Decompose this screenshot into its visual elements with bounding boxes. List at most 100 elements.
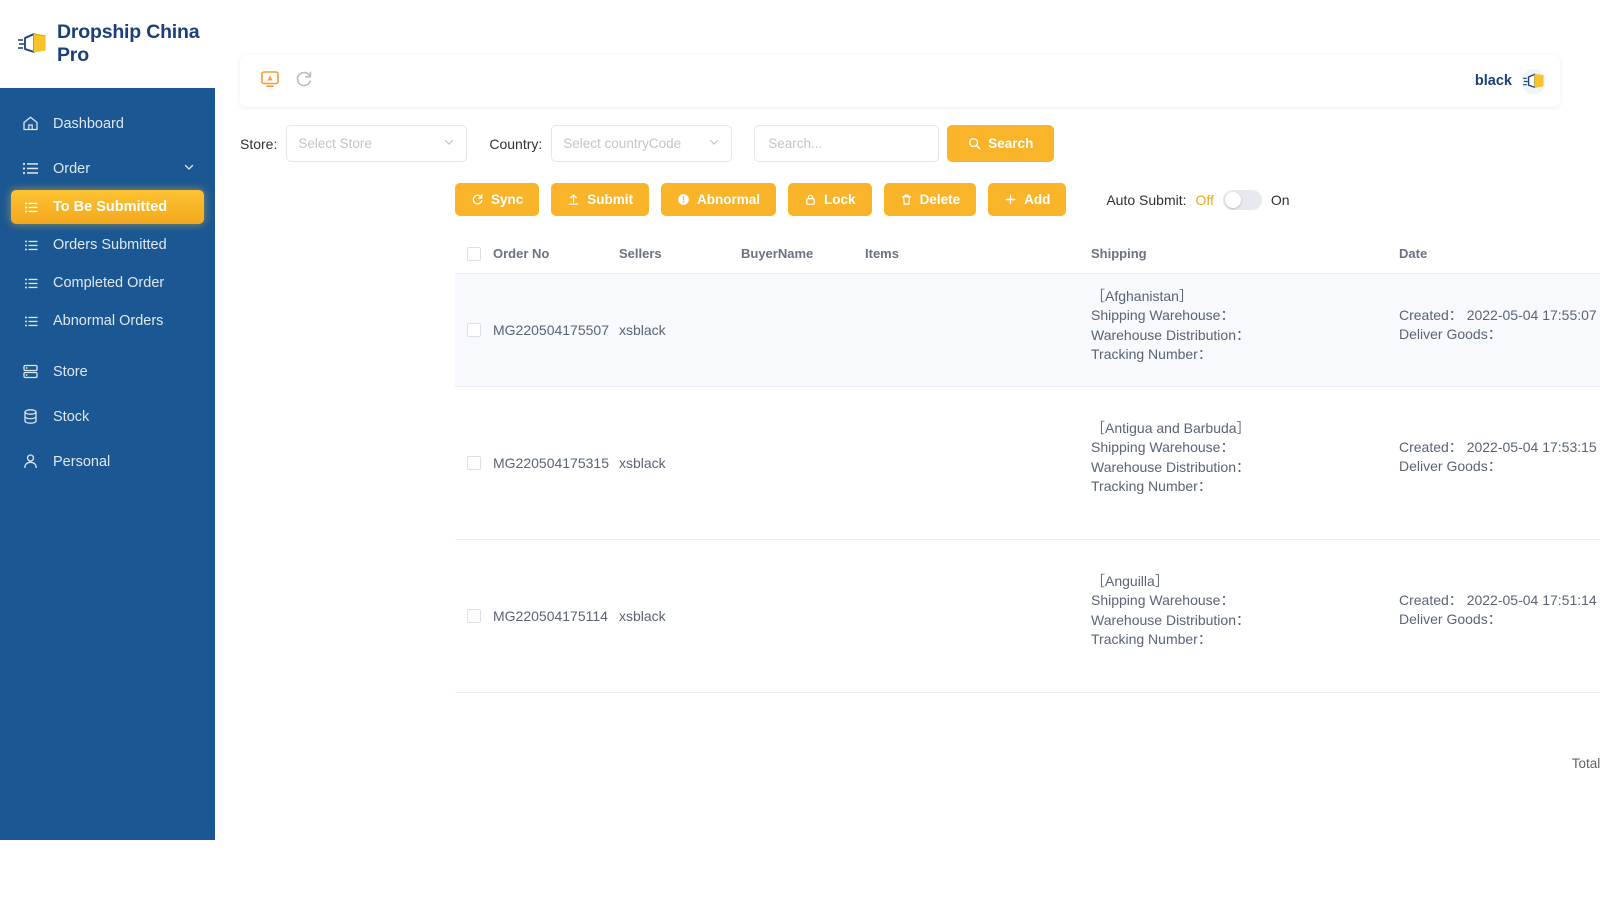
country-select[interactable]: Select countryCode <box>551 125 733 162</box>
cell-shipping: ［Antigua and Barbuda］ Shipping Warehouse… <box>1091 387 1399 539</box>
cell-shipping <box>1091 693 1399 740</box>
cell-seller: xsblack <box>619 322 666 338</box>
cell-seller: xsblack <box>619 608 666 624</box>
chevron-down-icon <box>443 136 455 151</box>
row-checkbox[interactable] <box>467 456 481 470</box>
search-input[interactable] <box>766 135 928 152</box>
cell-seller: xsblack <box>619 455 666 471</box>
column-header-date: Date <box>1399 246 1428 261</box>
user-icon <box>22 453 39 470</box>
country-select-value: Select countryCode <box>563 136 682 151</box>
shipping-country: ［Antigua and Barbuda］ <box>1091 420 1251 436</box>
sidebar-item-completed-order[interactable]: Completed Order <box>11 266 204 300</box>
shipping-warehouse-label: Shipping Warehouse： <box>1091 307 1235 324</box>
created-label: Created： <box>1399 592 1463 608</box>
chevron-down-icon <box>183 161 195 177</box>
refresh-icon[interactable] <box>294 69 314 94</box>
shipping-warehouse-label: Shipping Warehouse： <box>1091 592 1235 609</box>
user-area[interactable]: black <box>1474 68 1546 94</box>
sidebar-item-label: Orders Submitted <box>53 237 167 253</box>
lock-button-label: Lock <box>824 192 856 207</box>
lock-button[interactable]: Lock <box>788 183 872 216</box>
created-value: 2022-05-04 17:51:14 <box>1466 592 1597 608</box>
username-label: black <box>1474 73 1512 89</box>
submit-button[interactable]: Submit <box>551 183 650 216</box>
screen-share-icon[interactable] <box>260 69 280 94</box>
created-line: Created： 2022-05-04 17:55:07 <box>1399 306 1600 325</box>
chevron-down-icon <box>708 136 720 151</box>
created-value: 2022-05-04 17:53:15 <box>1466 439 1597 455</box>
brand-header: Dropship China Pro <box>0 0 215 88</box>
pagination: Total 15 1 2 <box>455 740 1600 786</box>
row-checkbox[interactable] <box>467 609 481 623</box>
toggle-knob <box>1224 191 1241 208</box>
row-select-cell <box>455 274 493 386</box>
store-select-value: Select Store <box>298 136 372 151</box>
search-button[interactable]: Search <box>947 125 1055 162</box>
topbar: black <box>240 55 1560 107</box>
sidebar-item-dashboard[interactable]: Dashboard <box>0 106 215 141</box>
cell-order-no: MG220504175114 <box>493 608 608 624</box>
created-value: 2022-05-04 17:55:07 <box>1466 307 1597 323</box>
auto-submit-label: Auto Submit: <box>1106 191 1187 208</box>
avatar[interactable] <box>1521 68 1546 94</box>
deliver-goods-label: Deliver Goods： <box>1399 611 1502 628</box>
sidebar-item-to-be-submitted[interactable]: To Be Submitted <box>11 190 204 224</box>
sidebar-item-stock[interactable]: Stock <box>0 399 215 434</box>
warehouse-distribution-label: Warehouse Distribution： <box>1091 326 1250 343</box>
cell-seller <box>619 693 741 740</box>
deliver-goods-line: Deliver Goods： <box>1399 610 1600 629</box>
search-box[interactable] <box>754 125 940 162</box>
sync-button[interactable]: Sync <box>455 183 540 216</box>
cell-order-no: MG220504175315 <box>493 455 609 471</box>
list-icon <box>22 160 39 177</box>
total-count-label: Total 15 <box>1571 755 1600 771</box>
select-all-checkbox[interactable] <box>467 246 481 261</box>
abnormal-button[interactable]: Abnormal <box>661 183 777 216</box>
sidebar-item-label: To Be Submitted <box>53 199 168 215</box>
warehouse-distribution-label: Warehouse Distribution： <box>1091 458 1250 475</box>
add-button[interactable]: Add <box>988 183 1067 216</box>
warehouse-distribution-label: Warehouse Distribution： <box>1091 611 1250 628</box>
search-button-label: Search <box>988 136 1034 151</box>
sidebar-item-orders-submitted[interactable]: Orders Submitted <box>11 228 204 262</box>
alert-icon <box>677 193 690 206</box>
cell-buyername <box>741 693 865 740</box>
sidebar-item-order[interactable]: Order <box>0 151 215 186</box>
table-row[interactable]: MG220504175507 xsblack ［Afghanistan］ Shi… <box>455 274 1600 387</box>
cell-items <box>865 693 1091 740</box>
trash-icon <box>900 193 913 206</box>
cell-buyername <box>741 540 865 692</box>
cell-date: Created： 2022-05-04 17:51:14 Deliver Goo… <box>1399 540 1600 692</box>
created-label: Created： <box>1399 307 1463 323</box>
cell-items <box>865 540 1091 692</box>
row-checkbox[interactable] <box>467 323 481 337</box>
action-bar: Sync Submit Abnormal Lock Delete Add Aut… <box>455 183 1290 216</box>
store-select[interactable]: Select Store <box>286 125 468 162</box>
created-line: Created： 2022-05-04 17:53:15 <box>1399 438 1600 457</box>
table-row[interactable]: Details <box>455 693 1600 740</box>
server-icon <box>22 363 39 380</box>
submit-button-label: Submit <box>587 192 634 207</box>
table-row[interactable]: MG220504175114 xsblack ［Anguilla］ Shippi… <box>455 540 1600 693</box>
delete-button[interactable]: Delete <box>883 183 977 216</box>
table-row[interactable]: MG220504175315 xsblack ［Antigua and Barb… <box>455 387 1600 540</box>
list-small-icon <box>24 200 39 215</box>
shipping-country: ［Anguilla］ <box>1091 573 1169 589</box>
column-header-sellers: Sellers <box>619 246 662 261</box>
abnormal-button-label: Abnormal <box>697 192 761 207</box>
created-line: Created： 2022-05-04 17:51:14 <box>1399 591 1600 610</box>
brand-name: Dropship China Pro <box>57 21 200 66</box>
sidebar-item-store[interactable]: Store <box>0 354 215 389</box>
sync-button-label: Sync <box>491 192 524 207</box>
auto-submit-toggle[interactable] <box>1222 189 1262 210</box>
sidebar-item-abnormal-orders[interactable]: Abnormal Orders <box>11 304 204 338</box>
shipping-country: ［Afghanistan］ <box>1091 288 1193 304</box>
auto-submit-on-label: On <box>1270 191 1290 208</box>
plus-icon <box>1004 193 1017 206</box>
list-small-icon <box>24 238 39 253</box>
cell-date <box>1399 693 1600 740</box>
deliver-goods-label: Deliver Goods： <box>1399 326 1502 343</box>
column-header-shipping: Shipping <box>1091 246 1147 261</box>
sidebar-item-personal[interactable]: Personal <box>0 444 215 479</box>
